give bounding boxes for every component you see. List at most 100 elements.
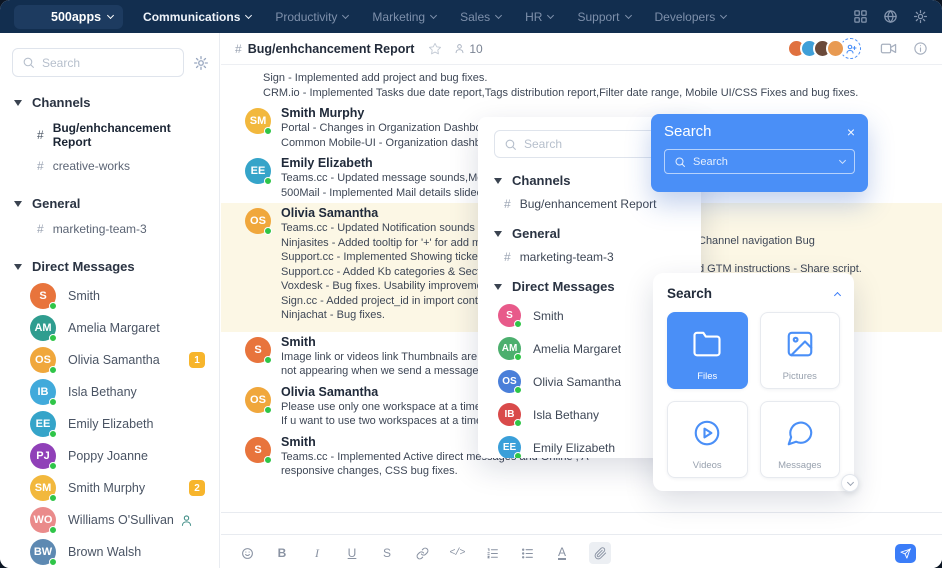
sidebar: Search Channels # Bug/enhchancement Repor… [0,33,220,568]
avatar-initials: IB [504,409,515,420]
member-count-value: 10 [469,41,483,56]
dm-name: Olivia Samantha [68,353,160,367]
avatar-initials: WO [33,514,53,526]
sidebar-settings-gear-icon[interactable] [193,55,209,71]
tile-videos[interactable]: Videos [667,401,748,478]
avatar: IB [30,379,57,406]
switcher-general-header[interactable]: General [494,226,685,241]
chevron-up-icon[interactable] [833,291,842,299]
chevron-down-icon [106,11,115,20]
chevron-down-icon [342,11,350,20]
sidebar-channel-bug-enhchancement-report[interactable]: # Bug/enhchancement Report [0,116,219,154]
sidebar-dm-emily-elizabeth[interactable]: EE Emily Elizabeth [0,408,219,440]
section-title: Channels [512,173,571,188]
sidebar-dm-smith-murphy[interactable]: SM Smith Murphy 2 [0,472,219,504]
member-avatars[interactable] [787,39,845,58]
online-dot [514,386,522,394]
apps-grid-icon[interactable] [853,9,868,24]
video-icon [692,418,722,448]
chevron-down-icon [624,11,632,20]
attachment-button[interactable] [589,542,611,564]
sidebar-channel-marketing-team-3[interactable]: # marketing-team-3 [0,217,219,241]
avatar: SM [245,108,272,135]
strikethrough-icon: S [382,546,391,560]
online-dot [264,227,272,235]
avatar: EE [245,158,272,185]
dm-name: Amelia Margaret [533,341,622,356]
close-icon[interactable]: × [847,125,855,139]
underline-button[interactable]: U [344,545,360,561]
general-section-header[interactable]: General [0,190,219,217]
link-icon [416,547,429,560]
channel-header: # Bug/enhchancement Report 10 [221,33,942,65]
tile-pictures[interactable]: Pictures [759,312,840,389]
search-popup-input[interactable]: Search [664,149,855,174]
sidebar-channel-creative-works[interactable]: # creative-works [0,154,219,178]
dm-name: Smith Murphy [68,481,146,495]
text-color-button[interactable]: A [554,545,570,561]
online-dot [264,355,272,364]
tile-label: Pictures [782,371,817,382]
dm-name: Isla Bethany [68,385,137,399]
sidebar-dm-smith[interactable]: S Smith [0,280,219,312]
sidebar-search-input[interactable]: Search [12,48,184,77]
dm-name: Smith [533,308,564,323]
unordered-list-button[interactable] [519,545,535,561]
online-dot [49,462,57,470]
switcher-channel-marketing-team-3[interactable]: # marketing-team-3 [504,250,685,264]
send-button[interactable] [895,543,916,563]
tile-label: Files [697,371,718,382]
nav-menu-sales[interactable]: Sales [460,10,503,24]
nav-menu-communications[interactable]: Communications [143,10,253,24]
chevron-down-icon[interactable] [838,156,847,165]
globe-icon[interactable] [883,9,898,24]
star-channel-icon[interactable] [428,42,442,56]
message-composer[interactable]: B I U S </> A [221,512,942,568]
online-dot [49,302,57,310]
person-emoji-icon [180,514,193,527]
tile-messages[interactable]: Messages [759,401,840,478]
online-dot [514,353,522,361]
ordered-list-button[interactable] [484,545,500,561]
tile-files[interactable]: Files [667,312,748,389]
500apps-infinity-logo-icon [24,10,44,23]
navbar-right-icons [853,9,928,24]
info-icon[interactable] [913,41,928,56]
search-placeholder: Search [524,137,563,151]
italic-button[interactable]: I [309,545,325,561]
code-button[interactable]: </> [449,545,465,561]
sidebar-dm-williams-o-sullivan[interactable]: WO Williams O'Sullivan [0,504,219,536]
switcher-channel-bug-enhancement-report[interactable]: # Bug/enhancement Report [504,197,685,211]
sidebar-dm-brown-walsh[interactable]: BW Brown Walsh [0,536,219,568]
nav-menu-productivity[interactable]: Productivity [275,10,350,24]
channels-section-header[interactable]: Channels [0,89,219,116]
logo-label: 500apps [51,9,102,24]
avatar: OS [245,386,272,414]
emoji-icon [241,547,254,560]
nav-menu-marketing[interactable]: Marketing [372,10,438,24]
emoji-button[interactable] [239,545,255,561]
avatar-initials: EE [35,418,51,430]
bold-button[interactable]: B [274,545,290,561]
settings-gear-icon[interactable] [913,9,928,24]
sidebar-dm-amelia-margaret[interactable]: AM Amelia Margaret [0,312,219,344]
nav-menu-support[interactable]: Support [577,10,632,24]
sidebar-dm-isla-bethany[interactable]: IB Isla Bethany [0,376,219,408]
nav-menu-hr[interactable]: HR [525,10,555,24]
channel-hash: # [235,41,242,56]
video-call-icon[interactable] [879,40,898,57]
direct-messages-section-header[interactable]: Direct Messages [0,253,219,280]
sidebar-dm-poppy-joanne[interactable]: PJ Poppy Joanne [0,440,219,472]
avatar-initials: EE [250,165,266,177]
avatar-initials: AM [501,343,518,354]
member-count[interactable]: 10 [454,41,483,56]
avatar: AM [498,337,522,361]
scroll-handle-button[interactable] [841,474,859,492]
link-button[interactable] [414,545,430,561]
hash-icon: # [37,128,44,142]
strikethrough-button[interactable]: S [379,545,395,561]
nav-menu-developers[interactable]: Developers [654,9,728,24]
nav-menu-label: Developers [654,9,716,24]
app-switcher-logo[interactable]: 500apps [14,4,124,29]
sidebar-dm-olivia-samantha[interactable]: OS Olivia Samantha 1 [0,344,219,376]
